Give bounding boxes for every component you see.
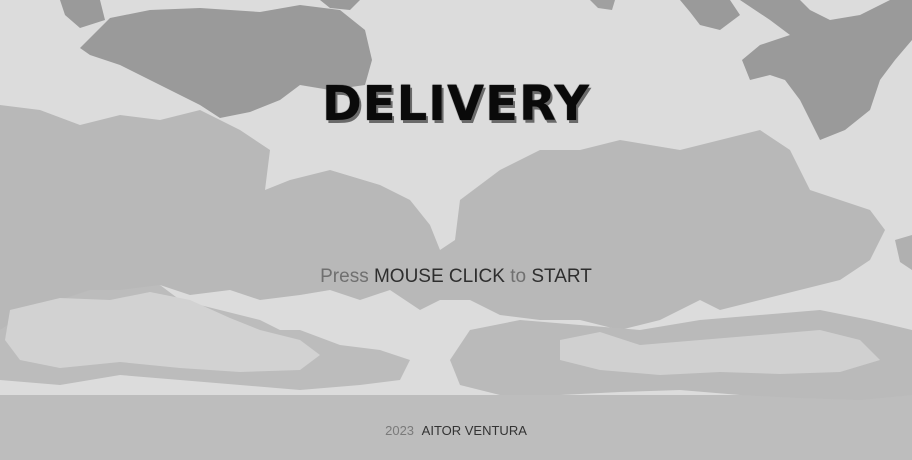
prompt-press-text: Press	[320, 266, 369, 287]
world-map-background	[0, 0, 912, 460]
island-northeast	[680, 0, 740, 30]
island-north-central	[590, 0, 615, 10]
prompt-input-text: MOUSE CLICK	[373, 266, 505, 287]
landmass-east-edge	[895, 235, 912, 270]
start-prompt[interactable]: Press MOUSE CLICK to START	[0, 266, 912, 288]
game-title-screen[interactable]: DELIVERY Press MOUSE CLICK to START 2023…	[0, 0, 912, 460]
prompt-to-text: to	[510, 266, 527, 287]
prompt-action-text: START	[531, 266, 592, 287]
credits-year: 2023	[385, 423, 415, 438]
game-title: DELIVERY	[321, 76, 591, 132]
credits-author: AITOR VENTURA	[421, 423, 527, 438]
island-northwest-small	[60, 0, 105, 28]
credits-line: 2023 AITOR VENTURA	[0, 423, 912, 438]
